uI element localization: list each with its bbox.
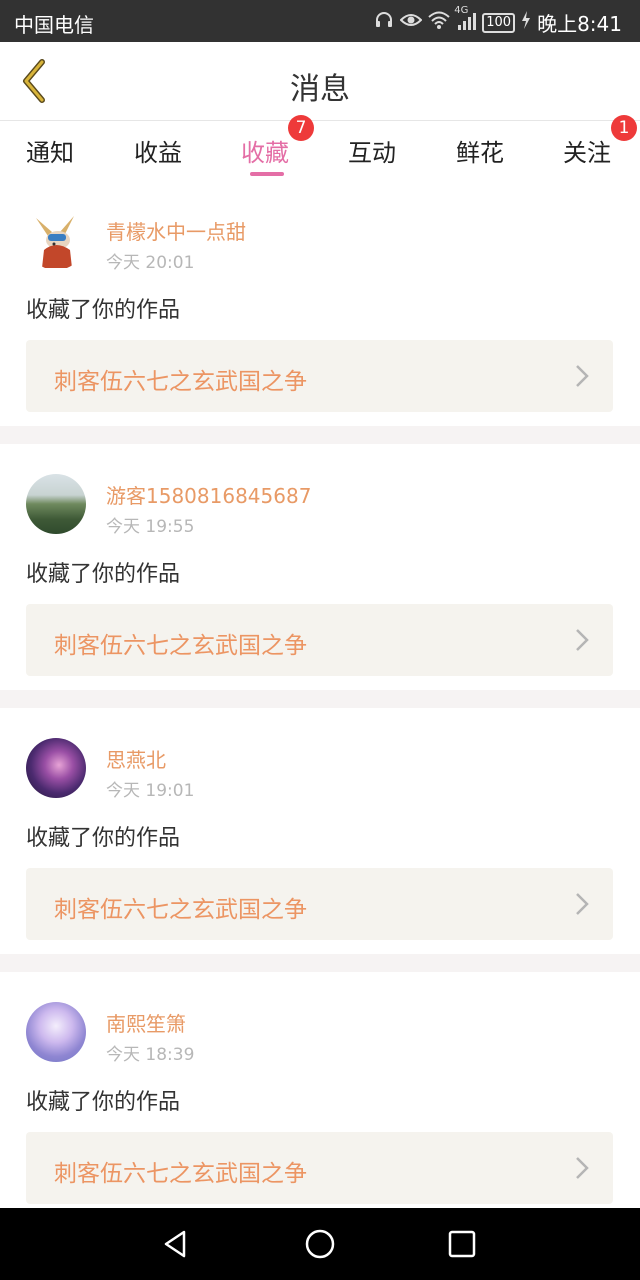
battery-level: 100: [482, 12, 516, 33]
list-item: 青檬水中一点甜 今天 20:01 收藏了你的作品 刺客伍六七之玄武国之争: [0, 180, 640, 426]
action-text: 收藏了你的作品: [26, 826, 181, 851]
system-nav-bar: [0, 1208, 640, 1280]
divider: [0, 426, 640, 444]
eye-icon: [399, 10, 423, 35]
wifi-icon: [428, 10, 450, 35]
work-title: 刺客伍六七之玄武国之争: [54, 897, 307, 923]
divider: [0, 954, 640, 972]
chevron-right-icon: [576, 365, 589, 387]
square-recent-icon[interactable]: [446, 1228, 478, 1260]
work-title: 刺客伍六七之玄武国之争: [54, 1161, 307, 1187]
tab-notice[interactable]: 通知: [26, 133, 74, 168]
follow-badge: 1: [611, 115, 637, 141]
avatar[interactable]: [26, 1002, 86, 1062]
page-title: 消息: [290, 72, 350, 107]
triangle-back-icon[interactable]: [160, 1228, 192, 1260]
work-title: 刺客伍六七之玄武国之争: [54, 633, 307, 659]
action-text: 收藏了你的作品: [26, 562, 181, 587]
avatar[interactable]: [26, 210, 86, 270]
avatar[interactable]: [26, 474, 86, 534]
username[interactable]: 南熙笙箫: [106, 1008, 186, 1037]
active-tab-indicator: [250, 172, 284, 176]
list-item: 思燕北 今天 19:01 收藏了你的作品 刺客伍六七之玄武国之争: [0, 708, 640, 954]
chevron-right-icon: [576, 1157, 589, 1179]
tab-flowers[interactable]: 鲜花: [456, 133, 504, 168]
tab-interaction[interactable]: 互动: [348, 133, 396, 168]
timestamp: 今天 19:01: [106, 781, 195, 801]
work-title: 刺客伍六七之玄武国之争: [54, 369, 307, 395]
charging-icon: [521, 11, 531, 34]
app-header: 消息: [0, 42, 640, 120]
clock: 晚上8:41: [537, 12, 622, 36]
carrier-name: 中国电信: [14, 13, 94, 37]
status-bar: 中国电信 4G 100 晚上8:41: [0, 0, 640, 42]
work-card[interactable]: 刺客伍六七之玄武国之争: [26, 868, 613, 940]
network-type: 4G: [454, 5, 469, 16]
work-card[interactable]: 刺客伍六七之玄武国之争: [26, 1132, 613, 1204]
tab-follow[interactable]: 关注: [563, 133, 611, 168]
headphones-icon: [374, 10, 394, 35]
timestamp: 今天 18:39: [106, 1045, 195, 1065]
avatar[interactable]: [26, 738, 86, 798]
timestamp: 今天 20:01: [106, 253, 195, 273]
circle-home-icon[interactable]: [304, 1228, 336, 1260]
action-text: 收藏了你的作品: [26, 298, 181, 323]
favorites-badge: 7: [288, 115, 314, 141]
action-text: 收藏了你的作品: [26, 1090, 181, 1115]
list-item: 南熙笙箫 今天 18:39 收藏了你的作品 刺客伍六七之玄武国之争: [0, 972, 640, 1218]
work-card[interactable]: 刺客伍六七之玄武国之争: [26, 340, 613, 412]
username[interactable]: 思燕北: [106, 744, 166, 773]
notification-list: 青檬水中一点甜 今天 20:01 收藏了你的作品 刺客伍六七之玄武国之争 游客1…: [0, 180, 640, 1218]
chevron-right-icon: [576, 629, 589, 651]
list-item: 游客1580816845687 今天 19:55 收藏了你的作品 刺客伍六七之玄…: [0, 444, 640, 690]
tab-favorites[interactable]: 收藏: [241, 133, 289, 168]
username[interactable]: 游客1580816845687: [106, 480, 311, 509]
work-card[interactable]: 刺客伍六七之玄武国之争: [26, 604, 613, 676]
status-icons: 4G 100 晚上8:41: [374, 5, 622, 37]
username[interactable]: 青檬水中一点甜: [106, 216, 246, 245]
signal-icon: 4G: [454, 5, 477, 34]
tab-earnings[interactable]: 收益: [134, 133, 182, 168]
tab-bar: 通知 收益 收藏 7 互动 鲜花 关注 1: [0, 115, 640, 181]
timestamp: 今天 19:55: [106, 517, 195, 537]
chevron-right-icon: [576, 893, 589, 915]
divider: [0, 690, 640, 708]
